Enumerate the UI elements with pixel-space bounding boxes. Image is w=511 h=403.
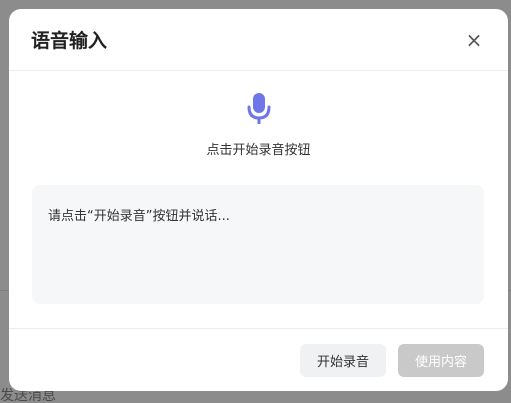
close-icon: × (465, 27, 483, 52)
microphone-icon[interactable] (243, 93, 275, 129)
record-instruction: 点击开始录音按钮 (206, 143, 311, 158)
close-button[interactable]: × (462, 28, 486, 52)
use-content-button[interactable]: 使用内容 (398, 343, 484, 377)
dialog-footer: 开始录音 使用内容 (9, 329, 508, 391)
start-recording-button[interactable]: 开始录音 (300, 343, 386, 377)
transcript-placeholder: 请点击“开始录音”按钮并说话... (48, 209, 230, 224)
dialog-header: 语音输入 × (9, 9, 508, 71)
voice-input-dialog: 语音输入 × 点击开始录音按钮 请点击“开始录音”按钮并说话... 开始录音 使… (9, 9, 508, 391)
transcript-area: 请点击“开始录音”按钮并说话... (32, 185, 484, 304)
dialog-body: 点击开始录音按钮 请点击“开始录音”按钮并说话... (9, 71, 508, 329)
dialog-title: 语音输入 (31, 30, 108, 52)
